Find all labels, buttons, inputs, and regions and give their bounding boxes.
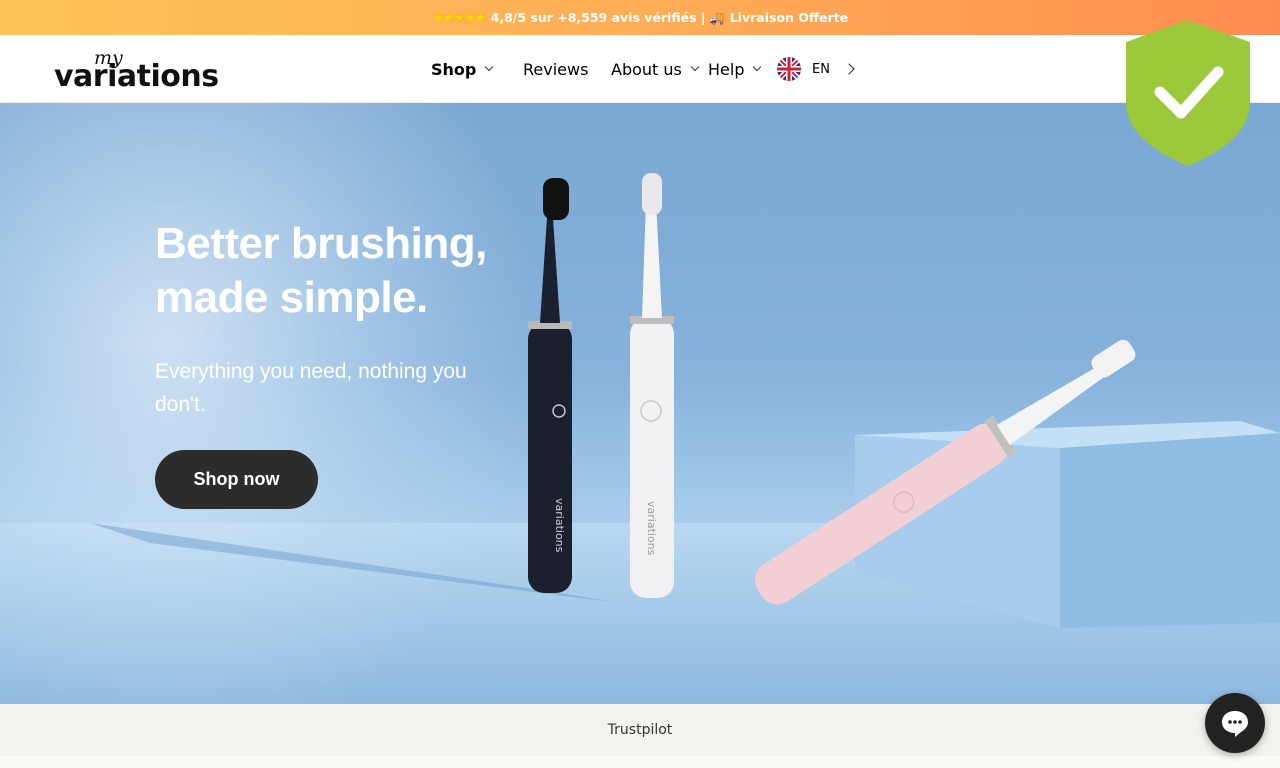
brush-brand-text-black: variations (553, 498, 566, 553)
language-label: EN (812, 61, 830, 77)
shield-check-icon (1126, 20, 1250, 166)
nav-about-us[interactable]: About us (611, 35, 700, 103)
chat-launcher-button[interactable] (1205, 693, 1265, 753)
nav-help[interactable]: Help (708, 35, 762, 103)
chevron-down-icon (690, 62, 700, 72)
chevron-right-icon (843, 63, 855, 75)
trustpilot-strip: Trustpilot (0, 704, 1280, 756)
logo-main-text: variations (54, 59, 219, 94)
nav-reviews[interactable]: Reviews (523, 35, 588, 103)
site-header: my variations Shop Reviews About us Help… (0, 35, 1280, 103)
nav-about-label: About us (611, 59, 682, 79)
nav-help-label: Help (708, 59, 745, 79)
trustpilot-label[interactable]: Trustpilot (608, 722, 673, 738)
brush-brand-text-white: variations (645, 501, 658, 556)
nav-next-button[interactable] (843, 35, 855, 103)
nav-reviews-label: Reviews (523, 59, 589, 79)
announcement-text: 4,8/5 sur +8,559 avis vérifiés | 🚚 Livra… (490, 9, 849, 25)
hero-banner: variations variations Better brushing, m… (0, 103, 1280, 704)
nav-shop-label: Shop (431, 59, 477, 79)
chevron-down-icon (753, 62, 762, 72)
hero-title: Better brushing, made simple. (155, 219, 487, 322)
language-selector[interactable]: EN (777, 35, 830, 103)
rating-stars-icon: ★★★★★ (431, 9, 487, 26)
chevron-down-icon (485, 62, 494, 72)
page-bottom-strip (0, 756, 1280, 768)
shop-now-button[interactable]: Shop now (155, 450, 318, 509)
nav-shop[interactable]: Shop (431, 35, 494, 103)
announcement-bar: ★★★★★ 4,8/5 sur +8,559 avis vérifiés | 🚚… (0, 0, 1280, 35)
brand-logo[interactable]: my variations (54, 47, 219, 94)
uk-flag-icon (777, 57, 801, 81)
hero-subtitle: Everything you need, nothing you don't. (155, 360, 467, 416)
chat-bubble-icon (1222, 711, 1248, 737)
